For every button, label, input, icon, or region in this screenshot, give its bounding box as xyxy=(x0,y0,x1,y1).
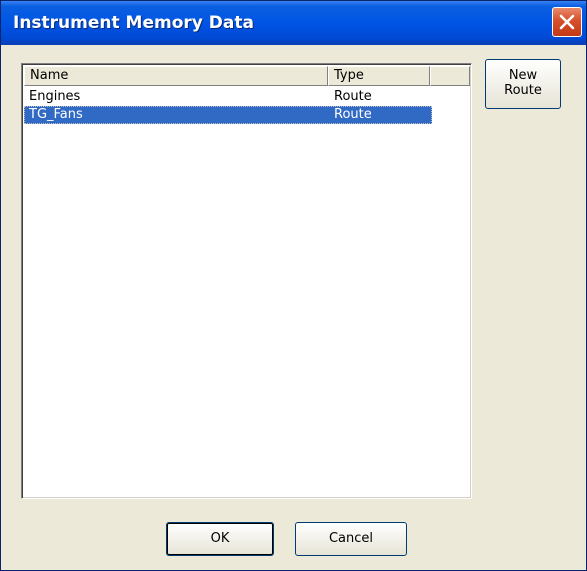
close-button[interactable] xyxy=(552,7,582,37)
new-route-button[interactable]: New Route xyxy=(485,59,561,109)
title-bar[interactable]: Instrument Memory Data xyxy=(1,1,586,45)
new-route-label-line1: New xyxy=(508,68,538,83)
window-title: Instrument Memory Data xyxy=(13,13,254,33)
cancel-button[interactable]: Cancel xyxy=(295,522,407,556)
column-header-name[interactable]: Name xyxy=(24,66,328,86)
row-type-cell: Route xyxy=(334,89,372,104)
list-header: Name Type xyxy=(24,66,470,86)
column-header-type[interactable]: Type xyxy=(328,66,430,86)
list-row-engines[interactable]: Engines Route xyxy=(24,88,432,106)
ok-button[interactable]: OK xyxy=(166,522,274,556)
list-row-tg-fans[interactable]: TG_Fans Route xyxy=(24,106,432,124)
row-name-cell: TG_Fans xyxy=(29,107,83,122)
memory-data-list[interactable]: Name Type Engines Route TG_Fans Route xyxy=(21,63,472,499)
column-header-filler xyxy=(430,66,470,86)
row-type-cell: Route xyxy=(334,107,372,122)
new-route-label-line2: Route xyxy=(504,83,542,98)
close-icon xyxy=(559,14,575,30)
dialog-window: Instrument Memory Data Name Type Engines… xyxy=(0,0,587,571)
row-name-cell: Engines xyxy=(29,89,81,104)
